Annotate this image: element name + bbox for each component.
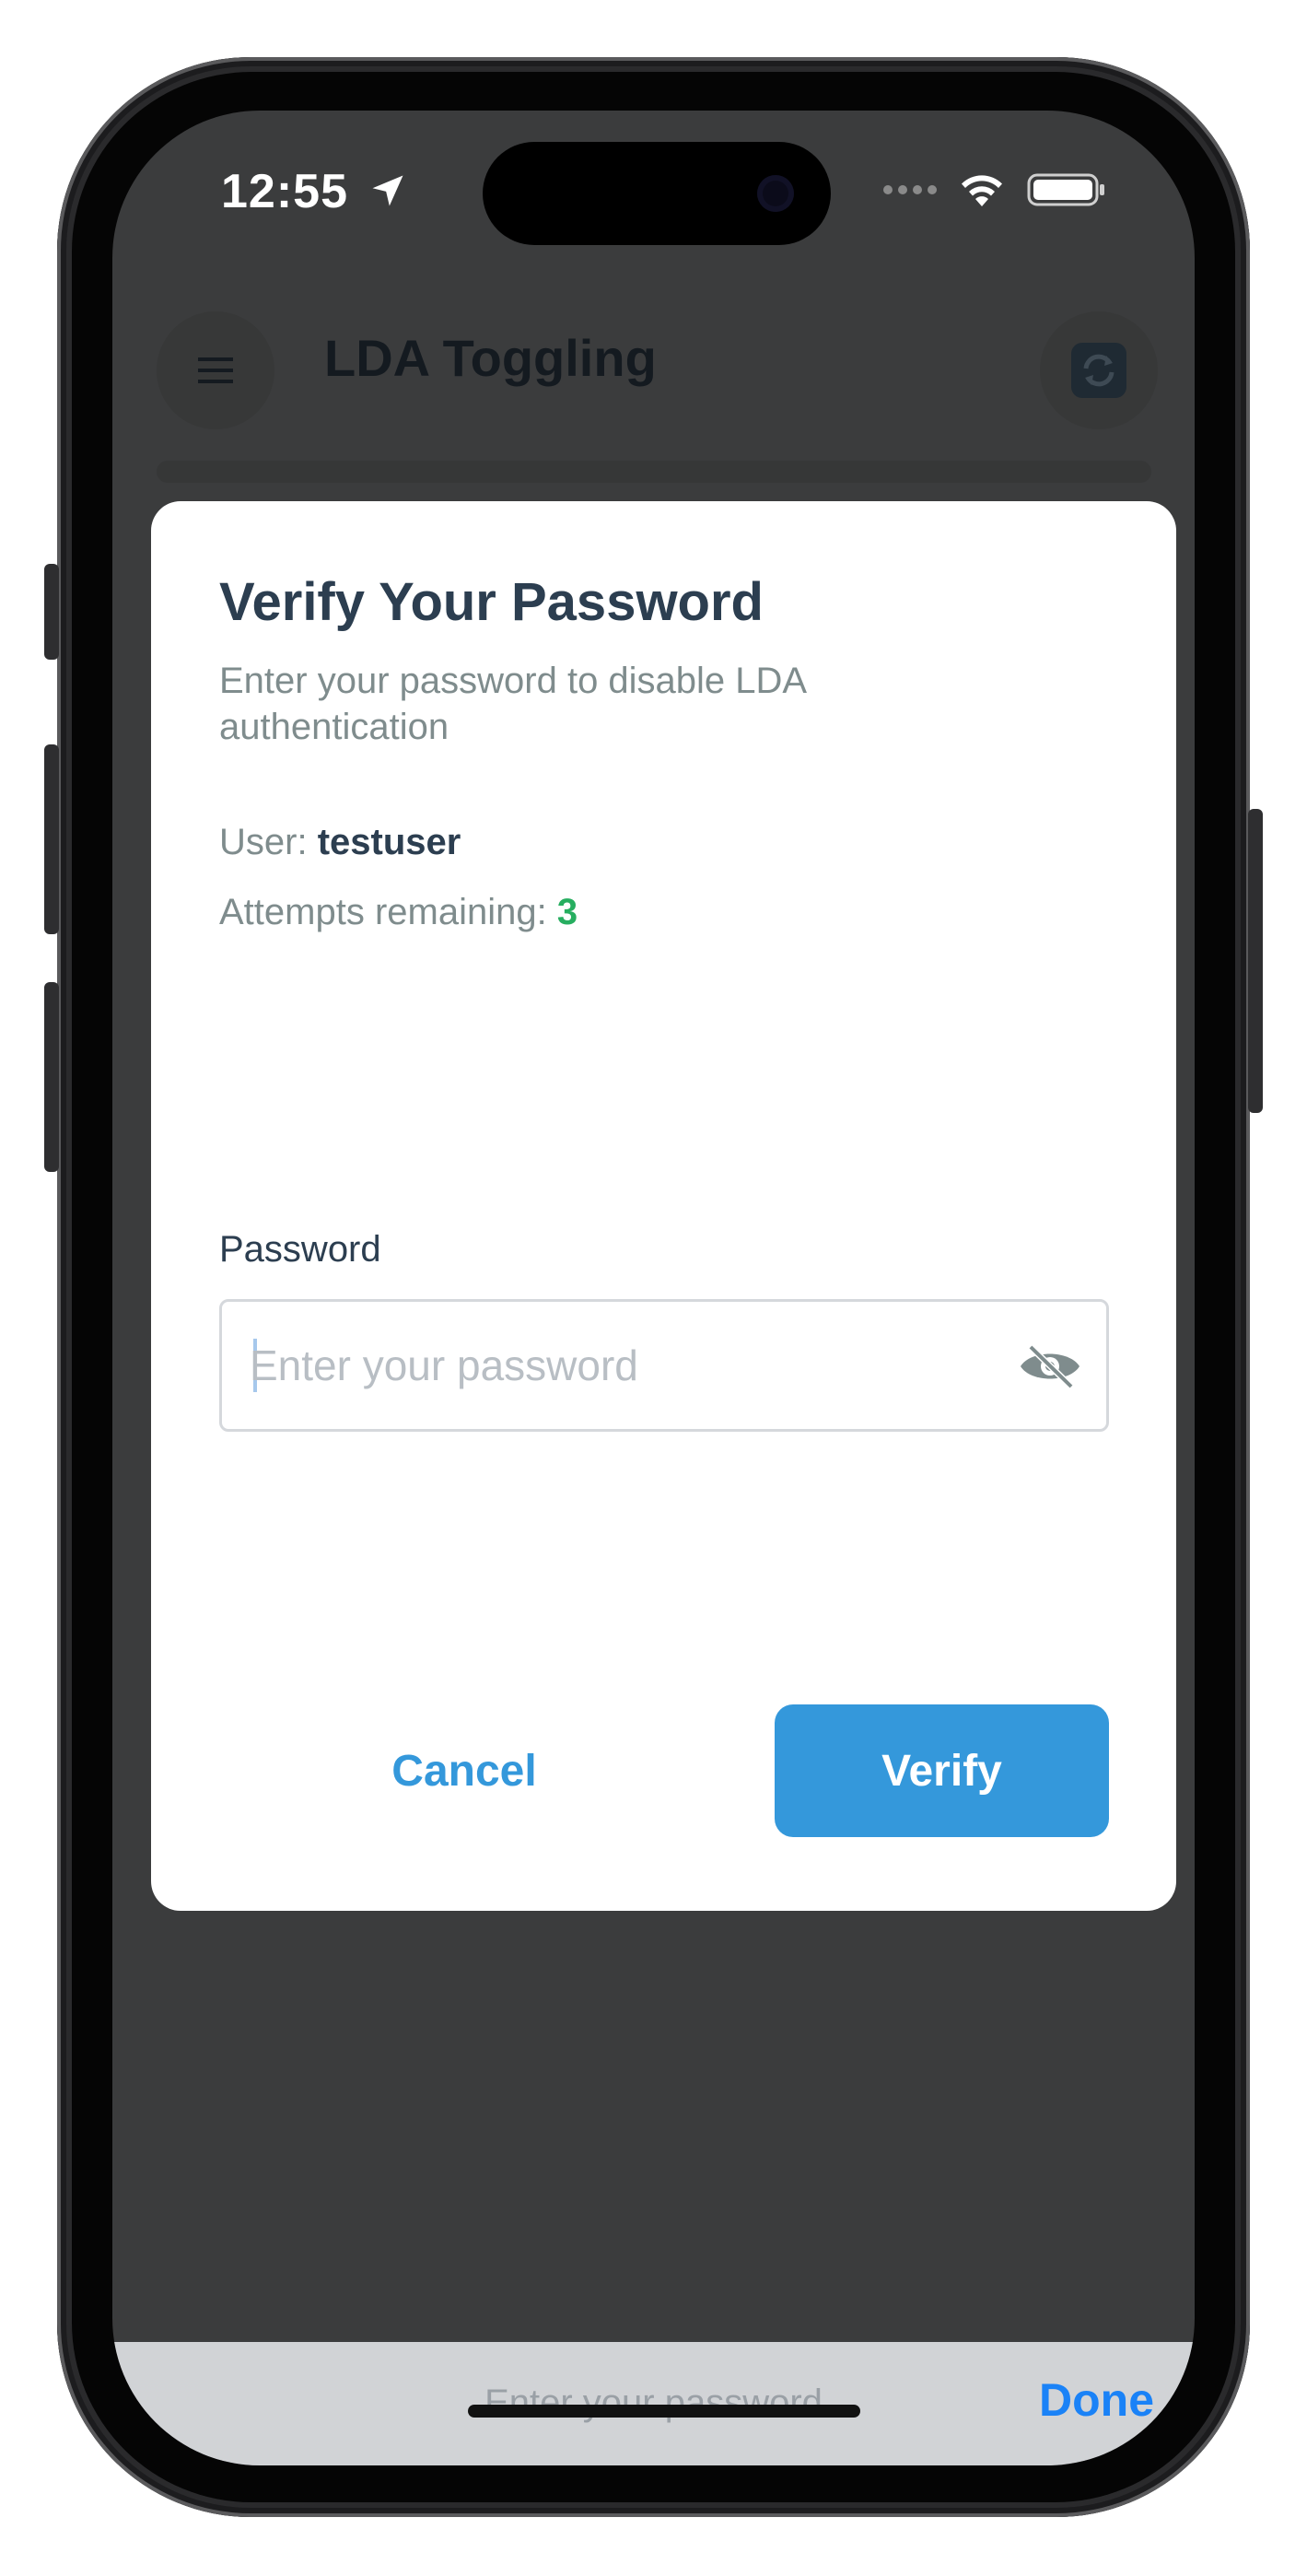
wifi-icon bbox=[962, 175, 1002, 206]
refresh-button[interactable] bbox=[1040, 311, 1158, 429]
status-time: 12:55 bbox=[221, 164, 408, 219]
hamburger-menu-icon bbox=[198, 357, 233, 383]
user-line: User: testuser bbox=[219, 822, 461, 863]
screen: 12:55 LDA Toggling Verify Your Password … bbox=[112, 111, 1195, 2465]
modal-subtitle: Enter your password to disable LDA authe… bbox=[219, 661, 805, 747]
attempts-label: Attempts remaining: bbox=[219, 892, 547, 932]
location-arrow-icon bbox=[372, 175, 403, 206]
accessory-placeholder: Enter your password bbox=[484, 2383, 823, 2423]
password-field[interactable] bbox=[219, 1299, 1109, 1432]
verify-password-modal: Verify Your Password Enter your password… bbox=[151, 501, 1176, 1911]
status-time-text: 12:55 bbox=[221, 165, 348, 218]
front-camera-icon bbox=[757, 175, 794, 212]
password-input[interactable] bbox=[250, 1302, 1005, 1429]
status-icons bbox=[883, 171, 1106, 208]
attempts-line: Attempts remaining: 3 bbox=[219, 892, 578, 933]
verify-button[interactable]: Verify bbox=[775, 1704, 1109, 1837]
user-label: User: bbox=[219, 822, 308, 862]
keyboard-accessory-bar: Enter your password Done bbox=[112, 2342, 1195, 2465]
dynamic-island bbox=[483, 142, 831, 245]
modal-title: Verify Your Password bbox=[219, 572, 764, 632]
password-label: Password bbox=[219, 1229, 381, 1270]
volume-down-button bbox=[44, 982, 59, 1172]
cellular-dots-icon bbox=[883, 185, 937, 194]
app-title: LDA Toggling bbox=[324, 329, 657, 387]
action-button bbox=[44, 564, 59, 660]
done-button[interactable]: Done bbox=[1039, 2373, 1154, 2427]
menu-button[interactable] bbox=[157, 311, 274, 429]
volume-up-button bbox=[44, 744, 59, 934]
background-card bbox=[157, 461, 1151, 483]
eye-slash-icon[interactable] bbox=[1018, 1342, 1082, 1390]
refresh-icon bbox=[1071, 343, 1126, 398]
user-value: testuser bbox=[317, 822, 461, 862]
home-indicator[interactable] bbox=[468, 2405, 860, 2418]
battery-icon bbox=[1027, 173, 1104, 206]
attempts-value: 3 bbox=[556, 892, 578, 932]
power-button bbox=[1248, 809, 1263, 1113]
cancel-button[interactable]: Cancel bbox=[326, 1704, 602, 1837]
